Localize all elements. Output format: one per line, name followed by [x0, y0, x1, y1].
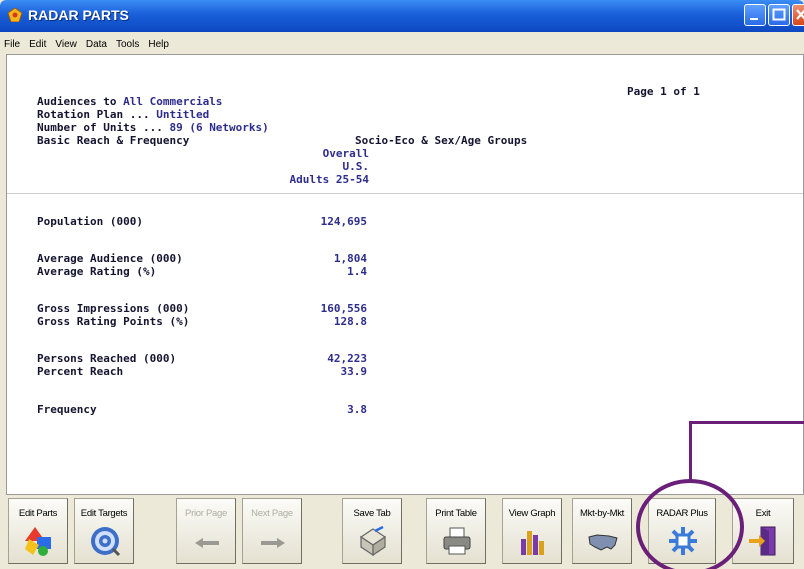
edit-parts-button[interactable]: Edit Parts: [8, 498, 68, 564]
target-icon: [91, 527, 121, 557]
menu-edit[interactable]: Edit: [25, 35, 51, 50]
row-value-grp: 128.8: [333, 315, 367, 328]
maximize-icon: [772, 8, 786, 21]
bar-graph-icon: [521, 531, 544, 555]
radar-plus-label: RADAR Plus: [656, 508, 708, 519]
title-bar[interactable]: RADAR PARTS: [0, 0, 804, 32]
printer-icon: [443, 527, 471, 555]
minimize-button[interactable]: [744, 4, 766, 26]
menu-bar: File Edit View Data Tools Help: [0, 32, 804, 52]
view-graph-label: View Graph: [508, 508, 556, 519]
header-separator: [7, 193, 803, 194]
row-value-persons-reached: 42,223: [327, 352, 367, 365]
exit-label: Exit: [755, 508, 771, 519]
audience-value: All Commercials: [123, 95, 223, 108]
radar-plus-button[interactable]: RADAR Plus: [648, 498, 716, 564]
callout-line-horizontal: [690, 421, 804, 424]
audience-line: Audiences to All Commercials: [37, 95, 223, 108]
groups-heading: Socio-Eco & Sex/Age Groups: [355, 134, 528, 147]
units-line: Number of Units ... 89 (6 Networks): [37, 121, 269, 134]
mkt-by-mkt-label: Mkt-by-Mkt: [580, 508, 624, 519]
row-label-avg-rating: Average Rating (%): [37, 265, 157, 278]
rotation-value: Untitled: [156, 108, 210, 121]
menu-help[interactable]: Help: [144, 35, 174, 50]
row-value-frequency: 3.8: [347, 403, 367, 416]
bottom-toolbar: Edit Parts Edit Targets Prior Page Next …: [8, 498, 804, 569]
exit-button[interactable]: Exit: [732, 498, 794, 564]
save-icon: [359, 525, 387, 557]
print-table-label: Print Table: [435, 508, 477, 519]
close-icon: [796, 9, 804, 20]
row-label-population: Population (000): [37, 215, 143, 228]
row-value-gross-impressions: 160,556: [320, 302, 367, 315]
us-map-icon: [588, 534, 618, 551]
row-value-avg-audience: 1,804: [333, 252, 367, 265]
column-head-us: U.S.: [342, 160, 370, 173]
row-value-avg-rating: 1.4: [347, 265, 367, 278]
menu-data[interactable]: Data: [82, 35, 112, 50]
minimize-icon: [750, 18, 758, 20]
row-value-population: 124,695: [320, 215, 367, 228]
row-label-percent-reach: Percent Reach: [37, 365, 124, 378]
row-label-frequency: Frequency: [37, 403, 97, 416]
edit-parts-label: Edit Parts: [18, 508, 58, 519]
units-value: 89 (6 Networks): [169, 121, 269, 134]
application-window: RADAR PARTS File Edit View Data Tools Help Pa…: [0, 0, 804, 569]
arrow-left-icon: [195, 538, 219, 548]
exit-door-icon: [749, 526, 776, 556]
view-graph-button[interactable]: View Graph: [502, 498, 562, 564]
next-page-label: Next Page: [251, 508, 293, 519]
edit-targets-button[interactable]: Edit Targets: [74, 498, 134, 564]
shapes-icon: [25, 527, 51, 556]
column-head-demo: Adults 25-54: [289, 173, 369, 186]
mkt-by-mkt-button[interactable]: Mkt-by-Mkt: [572, 498, 632, 564]
print-table-button[interactable]: Print Table: [426, 498, 486, 564]
edit-targets-label: Edit Targets: [80, 508, 128, 519]
window-title: RADAR PARTS: [28, 7, 129, 23]
save-tab-button[interactable]: Save Tab: [342, 498, 402, 564]
maximize-button[interactable]: [768, 4, 790, 26]
save-tab-label: Save Tab: [353, 508, 391, 519]
next-page-button[interactable]: Next Page: [242, 498, 302, 564]
arrow-right-icon: [261, 538, 285, 548]
row-label-grp: Gross Rating Points (%): [37, 315, 190, 328]
menu-tools[interactable]: Tools: [112, 35, 144, 50]
basic-reach-heading: Basic Reach & Frequency: [37, 134, 190, 147]
report-panel[interactable]: Page 1 of 1 Audiences to All Commercials…: [6, 54, 804, 495]
rotation-line: Rotation Plan ... Untitled: [37, 108, 210, 121]
prior-page-label: Prior Page: [185, 508, 227, 519]
app-icon: [8, 8, 22, 22]
close-button[interactable]: [792, 4, 804, 26]
prior-page-button[interactable]: Prior Page: [176, 498, 236, 564]
row-label-avg-audience: Average Audience (000): [37, 252, 183, 265]
page-indicator: Page 1 of 1: [627, 85, 700, 98]
menu-view[interactable]: View: [51, 35, 82, 50]
row-value-percent-reach: 33.9: [340, 365, 368, 378]
row-label-persons-reached: Persons Reached (000): [37, 352, 177, 365]
menu-file[interactable]: File: [0, 35, 25, 50]
column-head-overall: Overall: [322, 147, 369, 160]
callout-line-vertical: [689, 421, 692, 481]
radar-plus-icon: [669, 527, 697, 555]
row-label-gross-impressions: Gross Impressions (000): [37, 302, 190, 315]
